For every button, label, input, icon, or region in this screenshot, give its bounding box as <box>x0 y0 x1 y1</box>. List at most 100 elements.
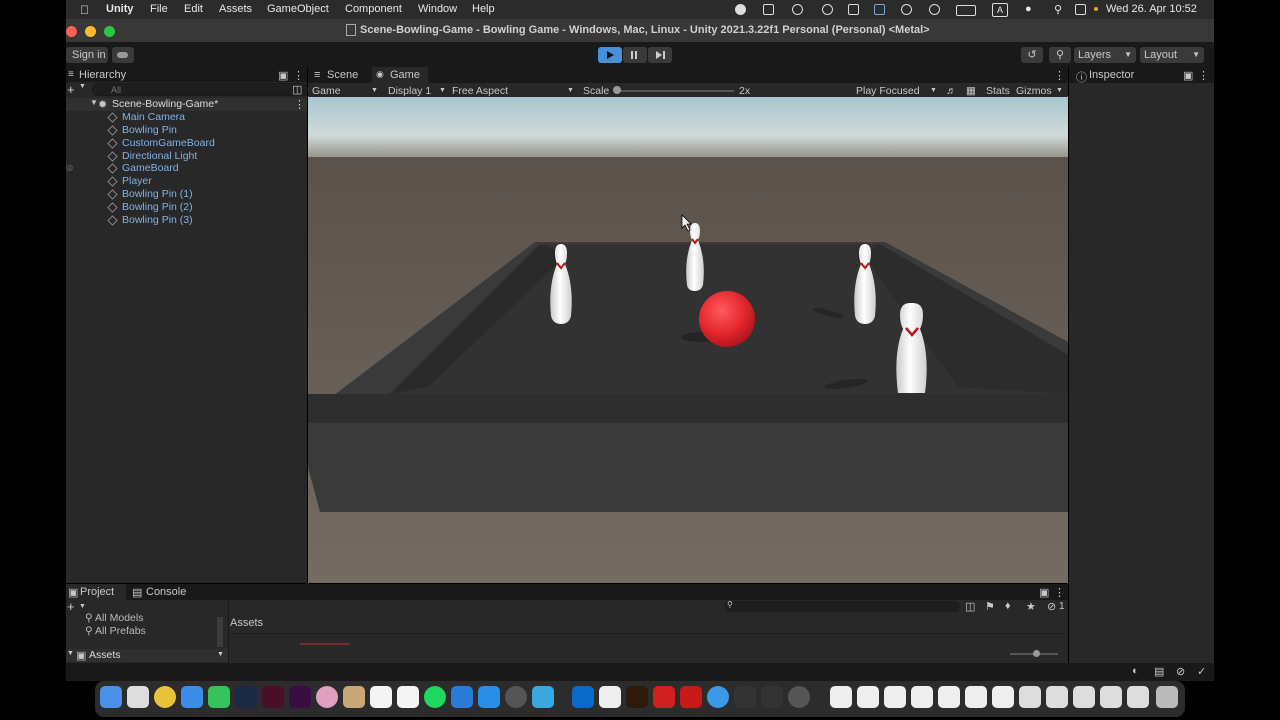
lock-icon[interactable]: ▣ <box>1039 586 1049 599</box>
finder-icon[interactable] <box>100 686 122 708</box>
cloud-icon[interactable] <box>112 47 134 63</box>
aspect-dropdown[interactable]: Free Aspect <box>452 85 508 97</box>
chevron-down-icon[interactable]: ▼ <box>79 83 86 90</box>
layout-dropdown[interactable]: Layout ▼ <box>1140 47 1204 63</box>
contacts-icon[interactable] <box>343 686 365 708</box>
add-icon[interactable]: + <box>67 599 75 614</box>
document-thumbnail-icon[interactable] <box>938 686 960 708</box>
creative-cloud-icon[interactable] <box>792 4 803 15</box>
chevron-down-icon[interactable]: ▼ <box>567 87 574 94</box>
tag-icon[interactable]: ♦ <box>1005 600 1011 612</box>
minimize-window-button[interactable] <box>85 26 96 37</box>
menu-window[interactable]: Window <box>418 3 457 15</box>
outlook-icon[interactable] <box>572 686 594 708</box>
reminders-icon[interactable] <box>397 686 419 708</box>
lightroom-icon[interactable] <box>235 686 257 708</box>
debug-mode-icon[interactable]: ⊘ <box>1176 665 1185 678</box>
control-center-icon[interactable] <box>1075 4 1086 15</box>
thumbnail-size-handle[interactable] <box>1033 650 1040 657</box>
play-status-icon[interactable] <box>929 4 940 15</box>
menu-component[interactable]: Component <box>345 3 402 15</box>
kebab-menu-icon[interactable]: ⋮ <box>1054 586 1065 599</box>
hierarchy-item-bowling-pin-1[interactable]: Bowling Pin (1) <box>107 188 193 201</box>
grid-icon[interactable]: ▦ <box>966 85 976 97</box>
project-split-divider[interactable] <box>228 600 229 663</box>
document-thumbnail-icon[interactable] <box>857 686 879 708</box>
display-dropdown[interactable]: Display 1 <box>388 85 431 97</box>
menu-help[interactable]: Help <box>472 3 495 15</box>
hierarchy-search-input[interactable] <box>92 83 308 96</box>
add-icon[interactable]: + <box>67 82 75 97</box>
unity-icon[interactable] <box>761 686 783 708</box>
play-mode-dropdown[interactable]: Play Focused <box>856 85 920 97</box>
hierarchy-scene-row[interactable]: ▼ ✹ Scene-Bowling-Game* ⋮ <box>66 98 307 111</box>
document-thumbnail-icon[interactable] <box>965 686 987 708</box>
auto-generate-lighting-icon[interactable]: ◐ <box>1132 665 1139 677</box>
document-thumbnail-icon[interactable] <box>830 686 852 708</box>
chrome-icon[interactable] <box>154 686 176 708</box>
window-title-bar[interactable]: Scene-Bowling-Game - Bowling Game - Wind… <box>66 19 1214 43</box>
spotify-icon[interactable] <box>424 686 446 708</box>
kebab-menu-icon[interactable]: ⋮ <box>293 69 304 82</box>
lock-icon[interactable]: ▣ <box>1183 69 1193 82</box>
document-thumbnail-icon[interactable] <box>884 686 906 708</box>
menubar-clock[interactable]: Wed 26. Apr 10:52 <box>1106 3 1197 15</box>
scale-slider-handle[interactable] <box>613 86 621 94</box>
wifi-icon[interactable]: ● <box>1025 3 1032 15</box>
scale-slider-track[interactable] <box>616 90 734 92</box>
system-preferences-icon[interactable] <box>505 686 527 708</box>
view-menu-icon[interactable]: ⋮ <box>1054 69 1065 82</box>
document-thumbnail-icon[interactable] <box>1127 686 1149 708</box>
collab-status-icon[interactable]: ✓ <box>1197 665 1206 678</box>
app-store-icon[interactable] <box>478 686 500 708</box>
document-thumbnail-icon[interactable] <box>1019 686 1041 708</box>
project-search-input[interactable]: ⚲ <box>724 600 960 612</box>
mail-icon[interactable] <box>181 686 203 708</box>
scene-menu-icon[interactable]: ⋮ <box>294 98 305 111</box>
tree-item-assets[interactable]: ▼ ▣ Assets ▼ <box>66 649 228 662</box>
document-thumbnail-icon[interactable] <box>1073 686 1095 708</box>
chevron-down-icon[interactable]: ▼ <box>930 87 937 94</box>
tab-console[interactable]: Console <box>146 586 186 598</box>
chevron-down-icon[interactable]: ▼ <box>67 650 74 657</box>
input-source-icon[interactable]: A <box>992 3 1008 17</box>
search-icon[interactable]: ⚲ <box>1049 47 1071 63</box>
kebab-menu-icon[interactable]: ⋮ <box>1198 69 1209 82</box>
document-thumbnail-icon[interactable] <box>1046 686 1068 708</box>
calendar-icon[interactable] <box>370 686 392 708</box>
hierarchy-item-player[interactable]: Player <box>107 175 152 188</box>
chevron-down-icon[interactable]: ▼ <box>1056 87 1063 94</box>
visibility-toggle-icon[interactable]: ◎ <box>66 163 73 172</box>
app-status-icon[interactable] <box>874 4 885 15</box>
textedit-icon[interactable] <box>599 686 621 708</box>
favorite-star-icon[interactable]: ★ <box>1026 600 1036 613</box>
facetime-icon[interactable] <box>208 686 230 708</box>
hidden-packages-icon[interactable]: ⊘ <box>1047 600 1056 613</box>
tab-game[interactable]: Game <box>390 69 420 81</box>
xd-icon[interactable] <box>289 686 311 708</box>
photos-icon[interactable] <box>316 686 338 708</box>
apple-icon[interactable]:  <box>80 3 89 17</box>
battery-icon[interactable] <box>956 5 976 16</box>
spotlight-search-icon[interactable]: ⚲ <box>1054 3 1062 16</box>
menu-app-unity[interactable]: Unity <box>106 3 134 15</box>
chevron-down-icon[interactable]: ▼ <box>439 87 446 94</box>
unity-hub-icon[interactable] <box>734 686 756 708</box>
time-machine-icon[interactable] <box>901 4 912 15</box>
document-thumbnail-icon[interactable] <box>1100 686 1122 708</box>
tab-project[interactable]: Project <box>80 586 114 598</box>
game-view-dropdown[interactable]: Game <box>312 85 341 97</box>
tree-item-all-models[interactable]: ⚲ All Models <box>85 612 143 624</box>
hierarchy-item-bowling-pin[interactable]: Bowling Pin <box>107 124 177 137</box>
stats-button[interactable]: Stats <box>986 85 1010 97</box>
safari-icon[interactable] <box>707 686 729 708</box>
step-button[interactable] <box>648 47 672 63</box>
chevron-down-icon[interactable]: ▼ <box>217 651 224 658</box>
sign-in-button[interactable]: Sign in <box>66 47 108 63</box>
play-button[interactable] <box>598 47 622 63</box>
launchpad-icon[interactable] <box>127 686 149 708</box>
zoom-window-button[interactable] <box>104 26 115 37</box>
hierarchy-item-main-camera[interactable]: Main Camera <box>107 111 185 124</box>
acrobat-icon[interactable] <box>680 686 702 708</box>
unity-status-icon[interactable] <box>763 4 774 15</box>
